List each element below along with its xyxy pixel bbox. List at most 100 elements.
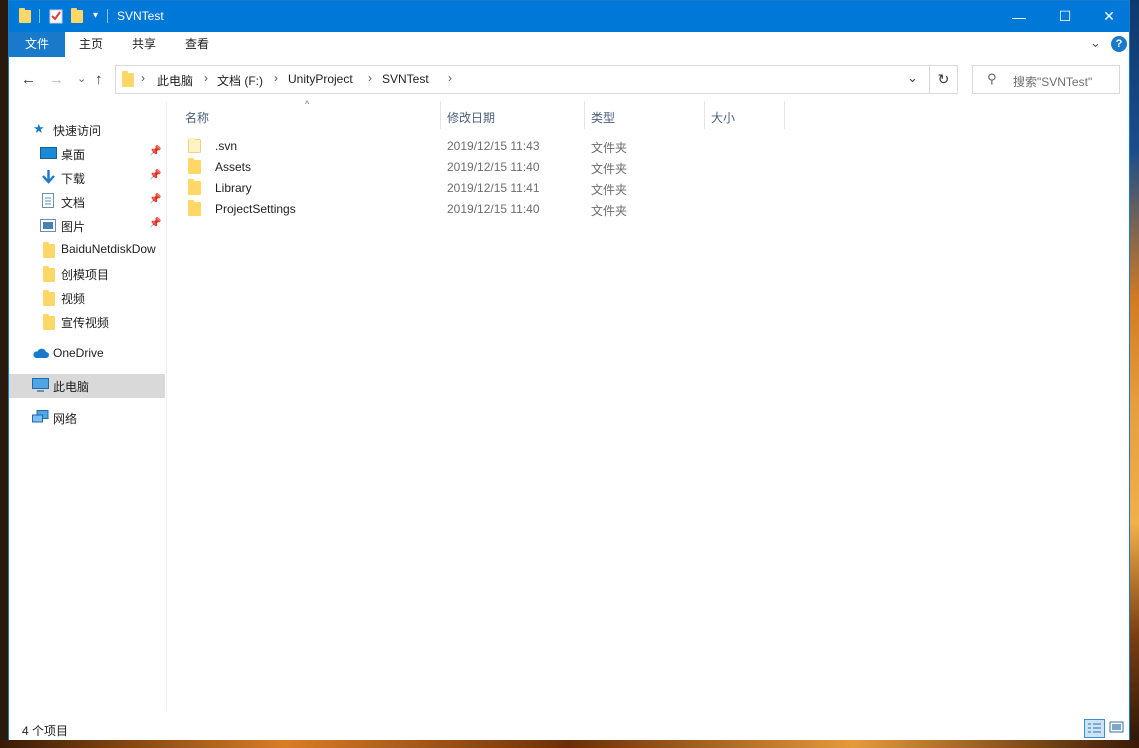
chevron-right-icon[interactable]: › [141, 71, 145, 85]
navigation-bar: ← → ⌄ ↑ › 此电脑 › 文档 (F:) › UnityProject ›… [9, 57, 1129, 101]
pin-icon[interactable]: 📌 [149, 218, 161, 229]
column-header-type[interactable]: 类型 [591, 109, 615, 126]
close-button[interactable]: ✕ [1086, 1, 1132, 32]
sidebar-item-desktop[interactable]: 桌面 📌 [9, 142, 165, 166]
tab-share[interactable]: 共享 [124, 32, 164, 57]
ribbon-expand-icon[interactable]: ⌄ [1090, 35, 1101, 51]
file-type: 文件夹 [591, 204, 628, 218]
file-name: Assets [215, 160, 252, 174]
sidebar-item-label: 宣传视频 [61, 316, 110, 330]
table-row[interactable]: Assets 2019/12/15 11:40 文件夹 [185, 156, 785, 177]
search-input[interactable]: 搜索"SVNTest" [1013, 73, 1092, 90]
column-divider[interactable] [784, 101, 785, 129]
large-icons-view-button[interactable] [1107, 719, 1128, 738]
details-view-icon [1088, 723, 1101, 733]
picture-icon [40, 219, 56, 235]
address-bar[interactable]: › 此电脑 › 文档 (F:) › UnityProject › SVNTest… [115, 65, 930, 94]
sidebar-item-label: 视频 [61, 292, 86, 306]
sidebar-item-label: 下载 [61, 172, 86, 186]
properties-icon[interactable] [49, 8, 63, 27]
sidebar-item-label: 此电脑 [53, 380, 90, 394]
file-date: 2019/12/15 11:41 [447, 181, 540, 195]
address-dropdown-icon[interactable]: ⌄ [907, 70, 918, 86]
file-type: 文件夹 [591, 183, 628, 197]
tab-file[interactable]: 文件 [9, 32, 65, 57]
pin-icon[interactable]: 📌 [149, 170, 161, 181]
breadcrumb-this-pc[interactable]: 此电脑 [157, 72, 193, 89]
desktop-wallpaper [1130, 0, 1139, 748]
divider [39, 9, 40, 23]
chevron-right-icon[interactable]: › [274, 71, 278, 85]
column-header-size[interactable]: 大小 [711, 109, 735, 126]
column-divider[interactable] [440, 101, 441, 129]
sidebar-item-label: BaiduNetdiskDow [61, 242, 156, 256]
sidebar-item-videos[interactable]: 视频 [9, 286, 165, 310]
navigation-pane: ★ 快速访问 桌面 📌 下载 📌 文档 📌 图片 📌 BaiduNetdiskD… [9, 101, 167, 711]
search-box[interactable]: ⚲ 搜索"SVNTest" [972, 65, 1120, 94]
document-icon [42, 193, 54, 211]
sort-ascending-icon: ^ [305, 99, 310, 109]
back-button[interactable]: ← [21, 71, 36, 88]
forward-button[interactable]: → [49, 71, 64, 88]
status-bar: 4 个项目 [9, 718, 1129, 740]
sidebar-item-promo-videos[interactable]: 宣传视频 [9, 310, 165, 334]
file-type: 文件夹 [591, 162, 628, 176]
maximize-button[interactable]: ☐ [1042, 1, 1088, 32]
pin-icon[interactable]: 📌 [149, 194, 161, 205]
table-row[interactable]: Library 2019/12/15 11:41 文件夹 [185, 177, 785, 198]
sidebar-item-label: 图片 [61, 220, 86, 234]
star-icon: ★ [33, 121, 45, 136]
divider [107, 9, 108, 23]
desktop-wallpaper-bottom [0, 740, 1139, 748]
sidebar-item-downloads[interactable]: 下载 📌 [9, 166, 165, 190]
sidebar-item-this-pc[interactable]: 此电脑 [9, 374, 165, 398]
column-divider[interactable] [704, 101, 705, 129]
breadcrumb-drive-f[interactable]: 文档 (F:) [217, 72, 263, 89]
sidebar-item-onedrive[interactable]: OneDrive [9, 342, 165, 366]
sidebar-item-network[interactable]: 网络 [9, 406, 165, 430]
chevron-right-icon[interactable]: › [368, 71, 372, 85]
minimize-button[interactable]: — [996, 1, 1042, 32]
download-icon [41, 169, 56, 188]
sidebar-item-chuangmo[interactable]: 创模项目 [9, 262, 165, 286]
sidebar-item-documents[interactable]: 文档 📌 [9, 190, 165, 214]
table-row[interactable]: .svn 2019/12/15 11:43 文件夹 [185, 135, 785, 156]
breadcrumb-svntest[interactable]: SVNTest [382, 72, 429, 86]
chevron-right-icon[interactable]: › [204, 71, 208, 85]
sidebar-item-label: OneDrive [53, 346, 104, 360]
column-header-date[interactable]: 修改日期 [447, 109, 495, 126]
sidebar-item-label: 创模项目 [61, 268, 110, 282]
desktop-icon [40, 147, 57, 163]
up-button[interactable]: ↑ [95, 71, 103, 88]
ribbon-tabs: 文件 主页 共享 查看 ⌄ ? [9, 32, 1129, 58]
pin-icon[interactable]: 📌 [149, 146, 161, 157]
file-date: 2019/12/15 11:40 [447, 160, 540, 174]
file-date: 2019/12/15 11:40 [447, 202, 540, 216]
file-name: .svn [215, 139, 238, 153]
sidebar-item-quick-access[interactable]: ★ 快速访问 [9, 118, 165, 142]
tab-view[interactable]: 查看 [177, 32, 217, 57]
table-row[interactable]: ProjectSettings 2019/12/15 11:40 文件夹 [185, 198, 785, 219]
chevron-right-icon[interactable]: › [448, 71, 452, 85]
title-bar[interactable]: ▾ SVNTest — ☐ ✕ [9, 1, 1129, 32]
file-list: ^ 名称 修改日期 类型 大小 .svn 2019/12/15 11:43 文件… [167, 99, 1129, 711]
computer-icon [32, 378, 49, 396]
cloud-icon [32, 348, 49, 362]
breadcrumb-unityproject[interactable]: UnityProject [288, 72, 353, 86]
details-view-button[interactable] [1084, 719, 1105, 738]
recent-locations-icon[interactable]: ⌄ [77, 72, 86, 85]
sidebar-item-label: 文档 [61, 196, 86, 210]
help-icon[interactable]: ? [1111, 36, 1127, 52]
column-header-name[interactable]: 名称 [185, 109, 209, 126]
file-date: 2019/12/15 11:43 [447, 139, 540, 153]
tab-home[interactable]: 主页 [71, 32, 111, 57]
window-title: SVNTest [117, 9, 164, 23]
quick-access-toolbar-dropdown-icon[interactable]: ▾ [93, 10, 98, 21]
sidebar-item-pictures[interactable]: 图片 📌 [9, 214, 165, 238]
large-icons-view-icon [1109, 721, 1124, 733]
sidebar-item-baidunetdisk[interactable]: BaiduNetdiskDow [9, 238, 165, 262]
sidebar-item-label: 桌面 [61, 148, 86, 162]
column-divider[interactable] [584, 101, 585, 129]
file-type: 文件夹 [591, 141, 628, 155]
refresh-button[interactable]: ↻ [930, 65, 958, 94]
